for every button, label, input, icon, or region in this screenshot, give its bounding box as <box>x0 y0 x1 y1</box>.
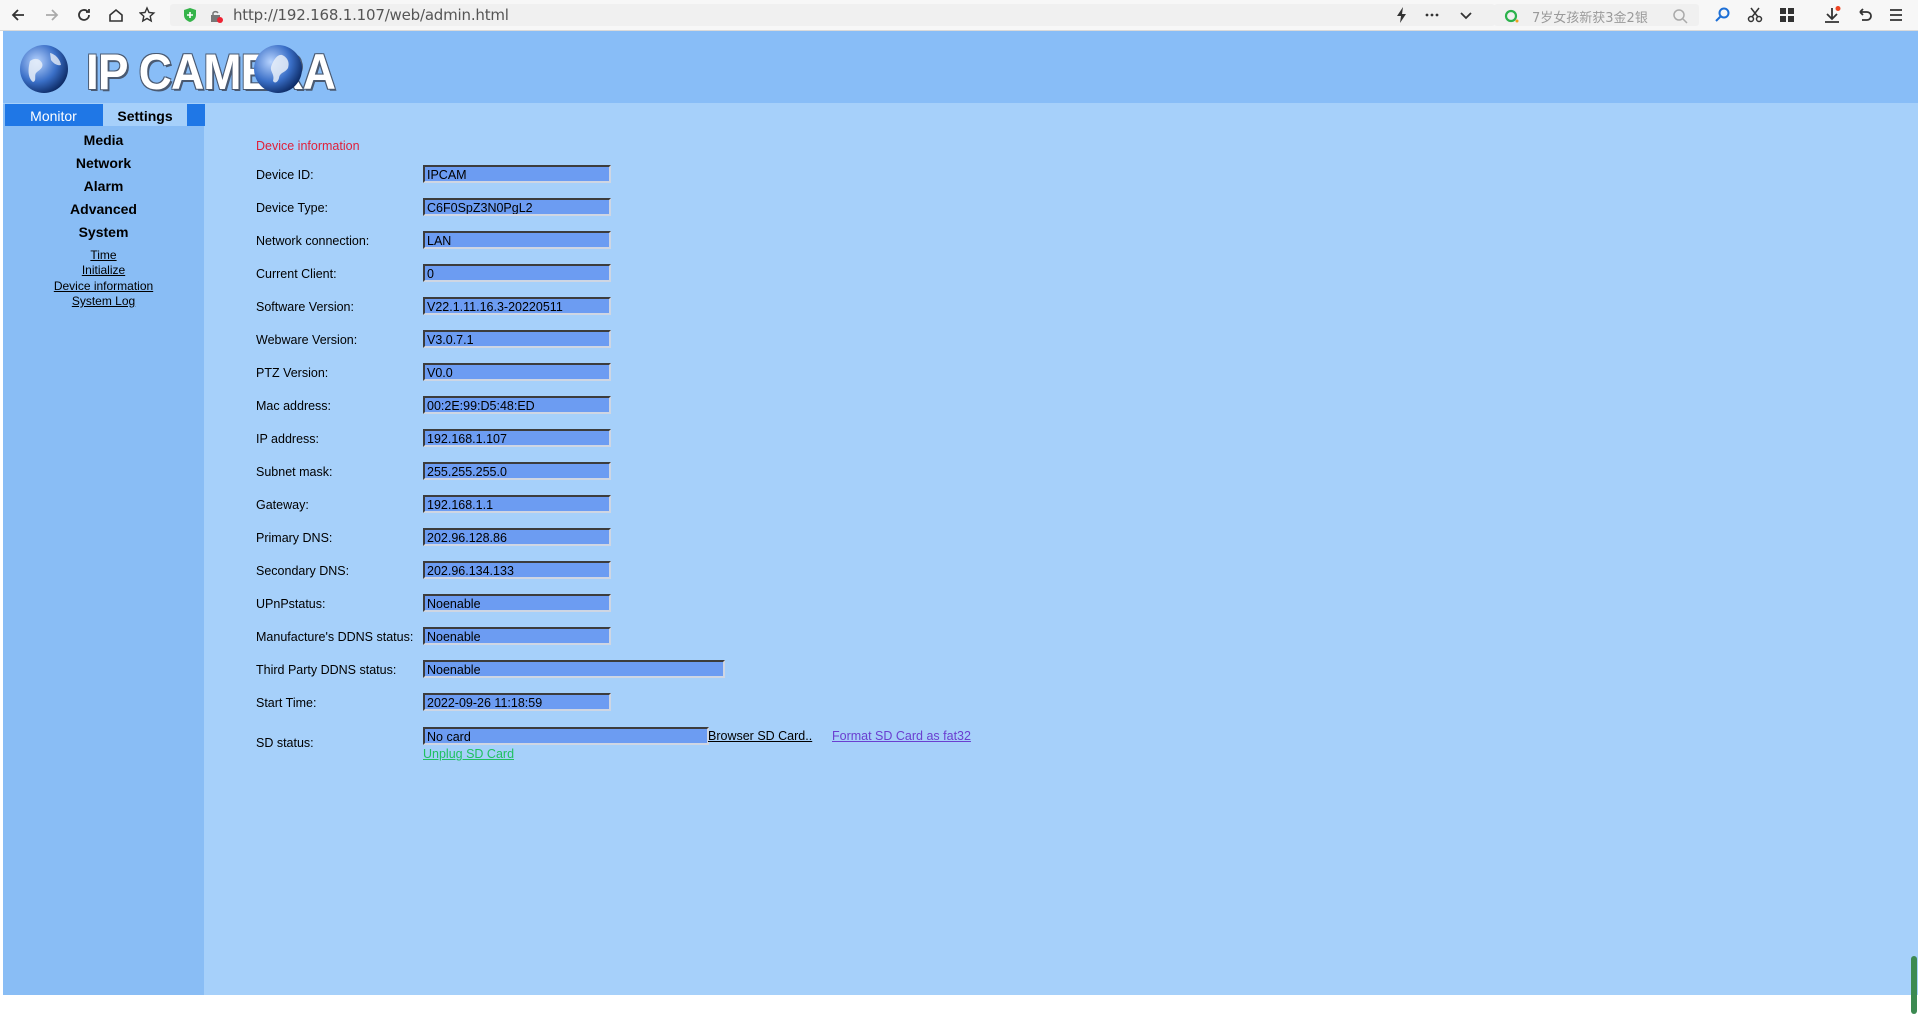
forward-icon[interactable] <box>40 3 64 27</box>
download-icon[interactable] <box>1820 3 1844 27</box>
header-banner: IP CAMERA <box>3 31 1918 103</box>
scroll-indicator[interactable] <box>1911 956 1917 1014</box>
lightning-icon[interactable] <box>1390 3 1414 27</box>
secondary-dns-label: Secondary DNS: <box>256 564 350 578</box>
home-icon[interactable] <box>104 3 128 27</box>
upnp-status-field[interactable]: Noenable <box>423 594 611 612</box>
start-time-label: Start Time: <box>256 696 317 710</box>
third-party-ddns-label: Third Party DDNS status: <box>256 663 397 677</box>
webware-version-label: Webware Version: <box>256 333 358 347</box>
primary-dns-label: Primary DNS: <box>256 531 333 545</box>
current-client-field[interactable]: 0 <box>423 264 611 282</box>
logo: IP CAMERA <box>18 39 363 100</box>
find-icon[interactable] <box>1711 3 1735 27</box>
menu-icon[interactable] <box>1884 3 1908 27</box>
search-engine-icon[interactable] <box>1500 4 1524 28</box>
sidebar-item-alarm[interactable]: Alarm <box>3 178 204 194</box>
ip-address-label: IP address: <box>256 432 320 446</box>
undo-icon[interactable] <box>1852 3 1876 27</box>
shield-icon <box>178 3 202 27</box>
browse-sd-card-link[interactable]: Browser SD Card.. <box>708 729 812 743</box>
ptz-version-label: PTZ Version: <box>256 366 329 380</box>
primary-dns-field[interactable]: 202.96.128.86 <box>423 528 611 546</box>
network-connection-label: Network connection: <box>256 234 370 248</box>
reload-icon[interactable] <box>72 3 96 27</box>
sidebar-item-system[interactable]: System <box>3 224 204 240</box>
chevron-down-icon[interactable] <box>1454 3 1478 27</box>
device-type-field[interactable]: C6F0SpZ3N0PgL2 <box>423 198 611 216</box>
sidebar-item-network[interactable]: Network <box>3 155 204 171</box>
globe-icon <box>254 45 302 93</box>
third-party-ddns-field[interactable]: Noenable <box>423 660 725 678</box>
subnet-mask-field[interactable]: 255.255.255.0 <box>423 462 611 480</box>
software-version-field[interactable]: V22.1.11.16.3-20220511 <box>423 297 611 315</box>
unplug-sd-card-link[interactable]: Unplug SD Card <box>423 747 514 761</box>
tab-monitor[interactable]: Monitor <box>5 104 102 126</box>
sd-status-field[interactable]: No card <box>423 727 709 745</box>
secondary-dns-field[interactable]: 202.96.134.133 <box>423 561 611 579</box>
system-link-system-log[interactable]: System Log <box>3 294 204 308</box>
manufacturer-ddns-field[interactable]: Noenable <box>423 627 611 645</box>
system-link-device-information[interactable]: Device information <box>3 279 204 293</box>
subnet-mask-label: Subnet mask: <box>256 465 333 479</box>
section-title: Device information <box>256 139 360 153</box>
system-link-initialize[interactable]: Initialize <box>3 263 204 277</box>
current-client-label: Current Client: <box>256 267 337 281</box>
search-placeholder: 7岁女孩新获3金2银 <box>1532 11 1648 26</box>
url-text[interactable]: http://192.168.1.107/web/admin.html <box>233 6 509 24</box>
mac-address-label: Mac address: <box>256 399 332 413</box>
device-id-label: Device ID: <box>256 168 314 182</box>
sidebar-item-media[interactable]: Media <box>3 132 204 148</box>
webware-version-field[interactable]: V3.0.7.1 <box>423 330 611 348</box>
back-icon[interactable] <box>6 3 30 27</box>
ptz-version-field[interactable]: V0.0 <box>423 363 611 381</box>
format-sd-card-link[interactable]: Format SD Card as fat32 <box>832 729 971 743</box>
network-connection-field[interactable]: LAN <box>423 231 611 249</box>
insecure-lock-icon[interactable] <box>204 4 228 28</box>
manufacturer-ddns-label: Manufacture's DDNS status: <box>256 630 414 644</box>
mac-address-field[interactable]: 00:2E:99:D5:48:ED <box>423 396 611 414</box>
tab-settings[interactable]: Settings <box>103 104 187 126</box>
sidebar: Monitor Settings Media Network Alarm Adv… <box>3 104 205 995</box>
apps-grid-icon[interactable] <box>1775 3 1799 27</box>
browser-toolbar: http://192.168.1.107/web/admin.html 7岁女孩… <box>0 0 1918 31</box>
ip-address-field[interactable]: 192.168.1.107 <box>423 429 611 447</box>
sidebar-item-advanced[interactable]: Advanced <box>3 201 204 217</box>
globe-icon <box>20 45 68 93</box>
bookmark-star-icon[interactable] <box>136 3 160 27</box>
tab-bar: Monitor Settings <box>5 104 205 126</box>
camera-admin-page: IP CAMERA Monitor Settings Media Network… <box>3 31 1918 1014</box>
scissors-icon[interactable] <box>1743 3 1767 27</box>
upnp-status-label: UPnPstatus: <box>256 597 326 611</box>
device-id-field[interactable]: IPCAM <box>423 165 611 183</box>
start-time-field[interactable]: 2022-09-26 11:18:59 <box>423 693 611 711</box>
sd-status-label: SD status: <box>256 736 314 750</box>
system-link-time[interactable]: Time <box>3 248 204 262</box>
gateway-field[interactable]: 192.168.1.1 <box>423 495 611 513</box>
search-icon[interactable] <box>1668 4 1692 28</box>
more-icon[interactable] <box>1420 3 1444 27</box>
device-type-label: Device Type: <box>256 201 329 215</box>
software-version-label: Software Version: <box>256 300 354 314</box>
gateway-label: Gateway: <box>256 498 309 512</box>
